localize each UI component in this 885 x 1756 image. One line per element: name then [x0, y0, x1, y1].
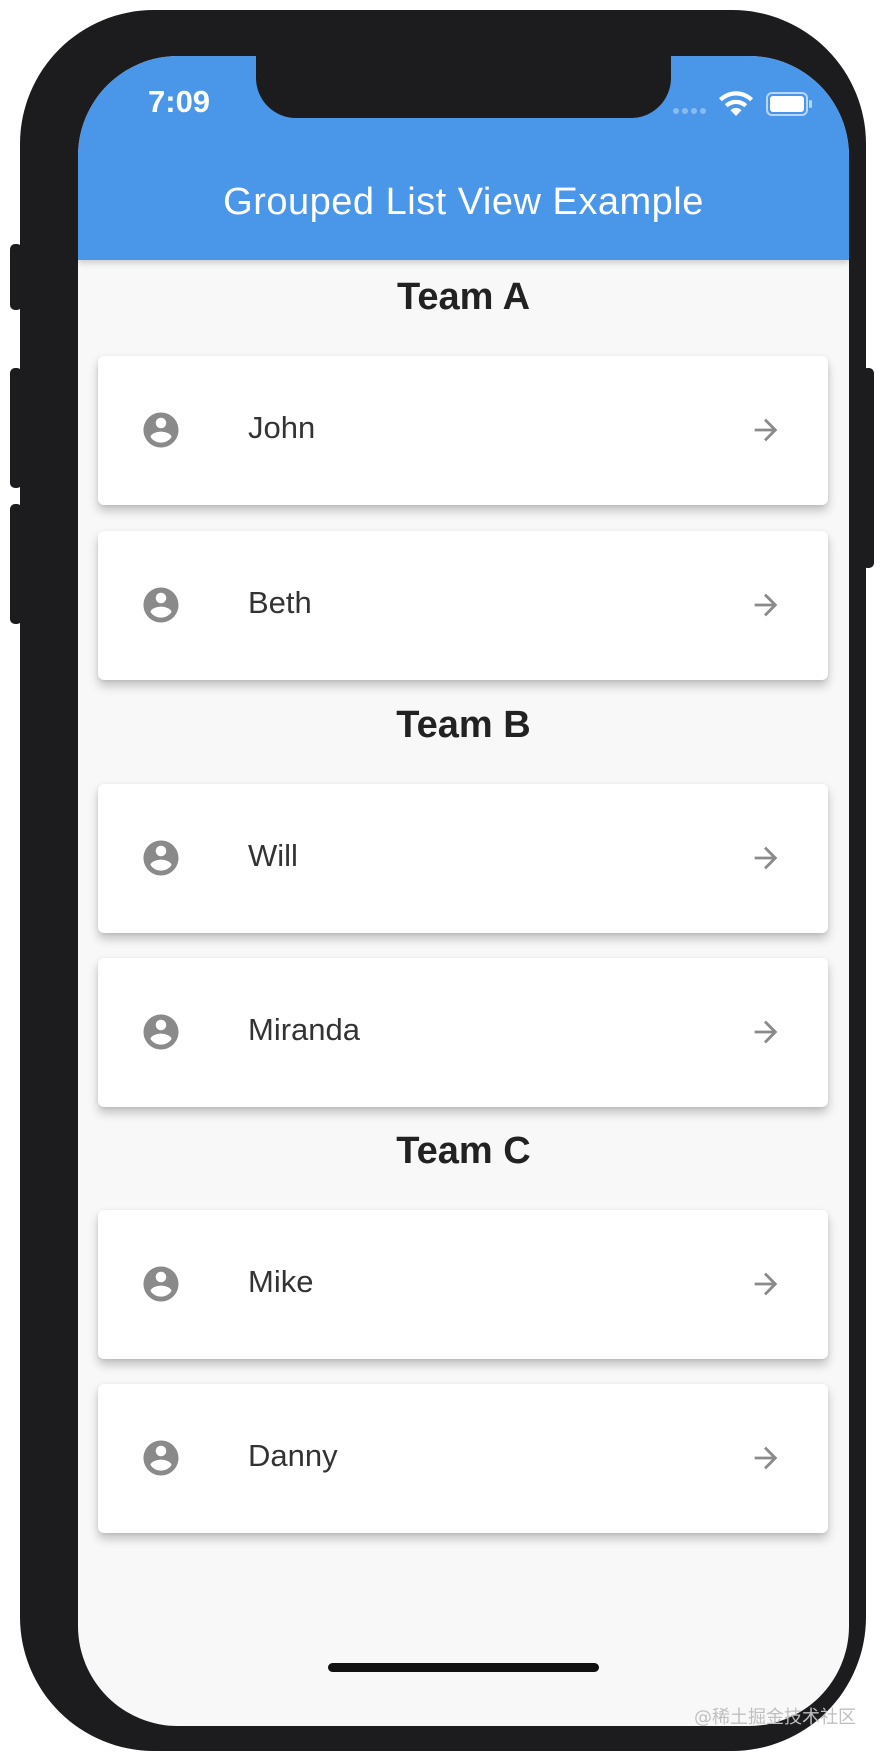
arrow-forward-icon[interactable]: [748, 841, 784, 875]
volume-up-button: [10, 368, 22, 488]
list-item[interactable]: Beth: [98, 531, 828, 680]
arrow-forward-icon[interactable]: [748, 1441, 784, 1475]
group-header: Team C: [396, 1130, 531, 1172]
account-circle-icon: [143, 1014, 179, 1050]
account-circle-icon: [143, 1440, 179, 1476]
list-item-name: Mike: [248, 1264, 314, 1299]
volume-down-button: [10, 504, 22, 624]
account-circle-icon: [143, 412, 179, 448]
list-item-name: Beth: [248, 585, 312, 620]
list-item[interactable]: Will: [98, 784, 828, 933]
notch: [256, 56, 671, 118]
screen: 7:09 Grouped List View Example Team A Jo…: [78, 56, 849, 1726]
list-item-name: Miranda: [248, 1012, 360, 1047]
account-circle-icon: [143, 1266, 179, 1302]
list-item[interactable]: Mike: [98, 1210, 828, 1359]
silent-switch: [10, 244, 22, 310]
account-circle-icon: [143, 840, 179, 876]
arrow-forward-icon[interactable]: [748, 588, 784, 622]
watermark: @稀土掘金技术社区: [694, 1707, 856, 1728]
arrow-forward-icon[interactable]: [748, 1015, 784, 1049]
list-item[interactable]: John: [98, 356, 828, 505]
wifi-icon: [719, 91, 753, 116]
list-item-name: Danny: [248, 1438, 338, 1473]
list-item-name: Will: [248, 838, 298, 873]
account-circle-icon: [143, 587, 179, 623]
power-button: [862, 368, 874, 568]
status-time: 7:09: [148, 84, 211, 119]
group-header: Team A: [396, 276, 531, 318]
arrow-forward-icon[interactable]: [748, 1267, 784, 1301]
cellular-signal-icon: [673, 108, 707, 114]
arrow-forward-icon[interactable]: [748, 413, 784, 447]
group-header: Team B: [396, 704, 531, 746]
list-item-name: John: [248, 410, 316, 445]
phone-frame: 7:09 Grouped List View Example Team A Jo…: [10, 10, 874, 1751]
list-item[interactable]: Miranda: [98, 958, 828, 1107]
list-item[interactable]: Danny: [98, 1384, 828, 1533]
home-indicator[interactable]: [328, 1663, 599, 1672]
page-title: Grouped List View Example: [223, 181, 704, 223]
battery-icon: [766, 92, 812, 116]
